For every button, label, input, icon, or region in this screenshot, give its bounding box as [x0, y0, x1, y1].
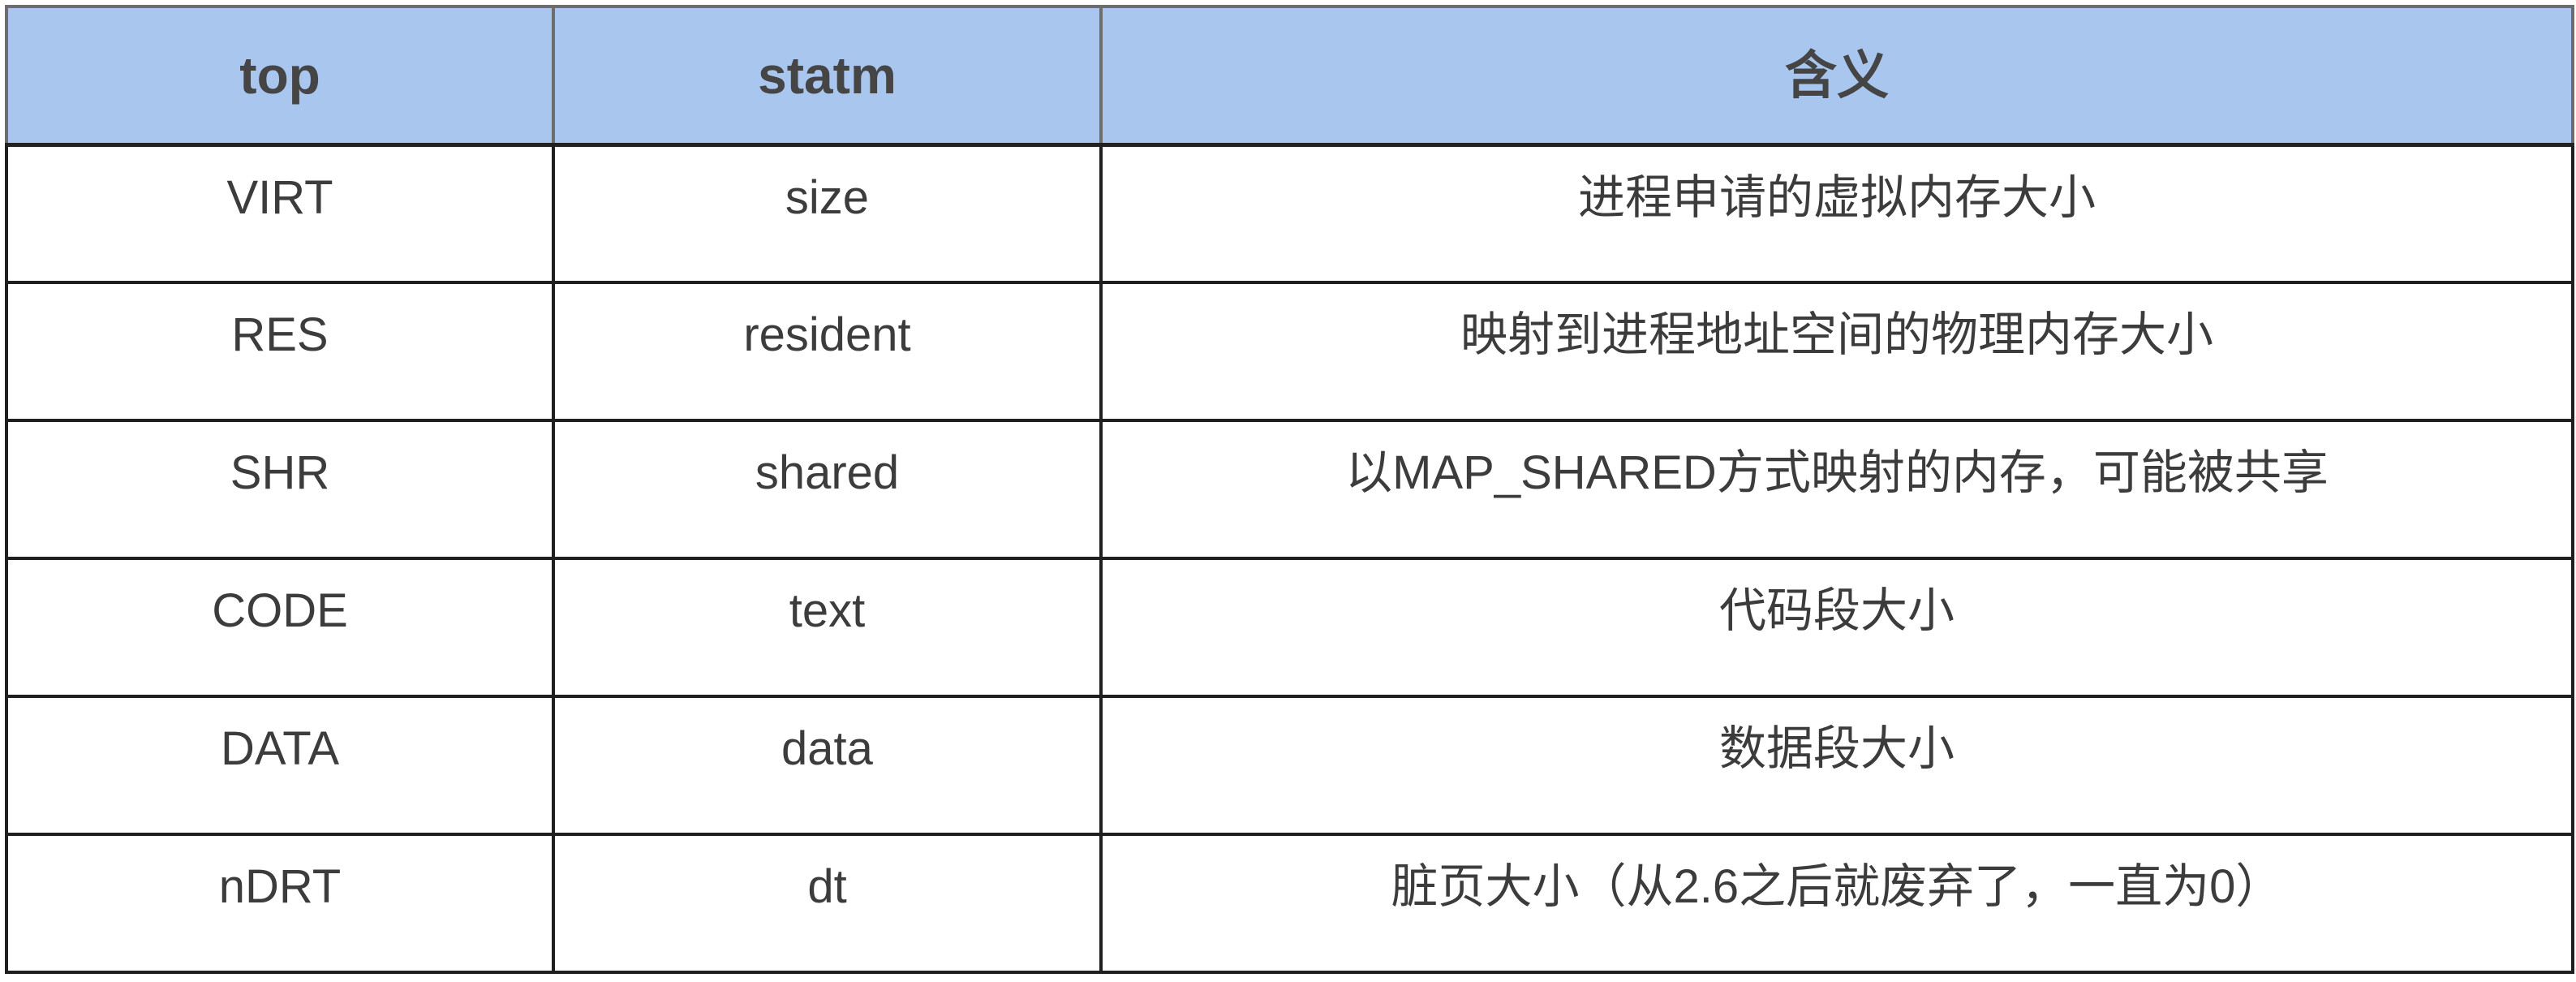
cell-meaning: 代码段大小	[1099, 557, 2574, 698]
table-row: SHR shared 以MAP_SHARED方式映射的内存，可能被共享	[5, 419, 2574, 560]
statm-comparison-table-container: top statm 含义 VIRT size 进程申请的虚拟内存大小 RES r…	[5, 5, 2574, 974]
cell-meaning: 以MAP_SHARED方式映射的内存，可能被共享	[1099, 419, 2574, 560]
cell-statm: dt	[552, 833, 1103, 974]
header-top: top	[5, 5, 555, 147]
cell-statm: data	[552, 695, 1103, 836]
table-row: nDRT dt 脏页大小（从2.6之后就废弃了，一直为0）	[5, 833, 2574, 974]
table-header: top statm 含义	[5, 5, 2574, 147]
cell-statm: size	[552, 143, 1103, 284]
cell-meaning: 数据段大小	[1099, 695, 2574, 836]
statm-comparison-table: top statm 含义 VIRT size 进程申请的虚拟内存大小 RES r…	[5, 5, 2574, 974]
table-row: DATA data 数据段大小	[5, 695, 2574, 836]
cell-statm: shared	[552, 419, 1103, 560]
cell-meaning: 进程申请的虚拟内存大小	[1099, 143, 2574, 284]
cell-top: CODE	[5, 557, 555, 698]
header-row: top statm 含义	[5, 5, 2574, 147]
cell-top: SHR	[5, 419, 555, 560]
cell-statm: resident	[552, 281, 1103, 422]
table-row: CODE text 代码段大小	[5, 557, 2574, 698]
table-body: VIRT size 进程申请的虚拟内存大小 RES resident 映射到进程…	[5, 143, 2574, 974]
cell-top: nDRT	[5, 833, 555, 974]
cell-top: RES	[5, 281, 555, 422]
cell-top: VIRT	[5, 143, 555, 284]
cell-top: DATA	[5, 695, 555, 836]
cell-meaning: 脏页大小（从2.6之后就废弃了，一直为0）	[1099, 833, 2574, 974]
cell-meaning: 映射到进程地址空间的物理内存大小	[1099, 281, 2574, 422]
table-row: RES resident 映射到进程地址空间的物理内存大小	[5, 281, 2574, 422]
header-meaning: 含义	[1099, 5, 2574, 147]
table-row: VIRT size 进程申请的虚拟内存大小	[5, 143, 2574, 284]
header-statm: statm	[552, 5, 1103, 147]
cell-statm: text	[552, 557, 1103, 698]
